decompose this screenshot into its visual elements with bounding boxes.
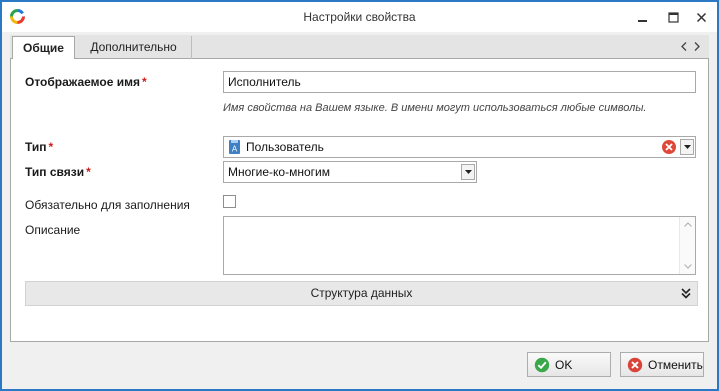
tab-scroll-right-button[interactable] xyxy=(691,39,703,53)
required-mark: * xyxy=(141,75,147,89)
scroll-down-icon[interactable] xyxy=(684,264,692,269)
description-textarea[interactable] xyxy=(223,216,696,275)
tab-general[interactable]: Общие xyxy=(12,36,75,60)
description-label: Описание xyxy=(25,223,81,237)
required-field-label: Обязательно для заполнения xyxy=(25,198,190,212)
minimize-button[interactable] xyxy=(631,6,653,28)
close-window-button[interactable] xyxy=(690,6,712,28)
double-chevron-down-icon xyxy=(681,288,691,299)
tab-strip: Общие Дополнительно xyxy=(10,35,709,60)
chevron-left-icon xyxy=(681,41,687,51)
general-tab-panel: Отображаемое имя * Исполнитель Имя свойст… xyxy=(10,59,709,342)
minimize-icon xyxy=(637,19,647,22)
ok-label: OK xyxy=(555,357,573,372)
required-mark: * xyxy=(48,140,54,154)
maximize-icon xyxy=(667,11,679,23)
type-value: Пользователь xyxy=(246,140,324,154)
required-field-checkbox[interactable] xyxy=(223,195,236,208)
description-scrollbar[interactable] xyxy=(679,217,695,274)
tab-scroll-left-button[interactable] xyxy=(678,39,690,53)
chevron-right-icon xyxy=(694,41,700,51)
display-name-input[interactable]: Исполнитель xyxy=(223,71,696,93)
display-name-hint: Имя свойства на Вашем языке. В имени мог… xyxy=(223,102,647,114)
required-mark: * xyxy=(86,165,91,179)
link-type-label: Тип связи * xyxy=(25,165,91,179)
user-type-icon: A xyxy=(229,140,240,154)
cancel-label: Отменить xyxy=(648,357,703,372)
close-icon xyxy=(696,12,706,22)
title-bar[interactable]: Настройки свойства xyxy=(2,2,717,32)
data-structure-label: Структура данных xyxy=(310,286,413,300)
type-label: Тип * xyxy=(25,140,54,154)
svg-text:A: A xyxy=(232,145,238,154)
cancel-icon xyxy=(627,357,643,372)
type-dropdown-button[interactable] xyxy=(680,139,694,155)
link-type-select[interactable]: Многие-ко-многим xyxy=(223,161,477,183)
ok-button[interactable]: OK xyxy=(527,352,611,377)
clear-type-button[interactable] xyxy=(661,139,677,155)
type-select[interactable]: A Пользователь xyxy=(223,136,696,158)
maximize-button[interactable] xyxy=(662,6,684,28)
link-type-dropdown-button[interactable] xyxy=(461,164,475,180)
window-title: Настройки свойства xyxy=(303,10,416,24)
tab-additional[interactable]: Дополнительно xyxy=(76,36,192,59)
check-icon xyxy=(534,357,550,372)
chevron-down-icon xyxy=(683,145,691,149)
scroll-up-icon[interactable] xyxy=(684,222,692,227)
cancel-button[interactable]: Отменить xyxy=(620,352,704,377)
chevron-down-icon xyxy=(464,170,472,174)
data-structure-section[interactable]: Структура данных xyxy=(25,281,698,306)
dialog-window: Настройки свойства Общие Дополнительно О… xyxy=(0,0,719,391)
clear-icon xyxy=(662,140,676,154)
display-name-label: Отображаемое имя * xyxy=(25,75,147,89)
link-type-value: Многие-ко-многим xyxy=(228,165,330,179)
